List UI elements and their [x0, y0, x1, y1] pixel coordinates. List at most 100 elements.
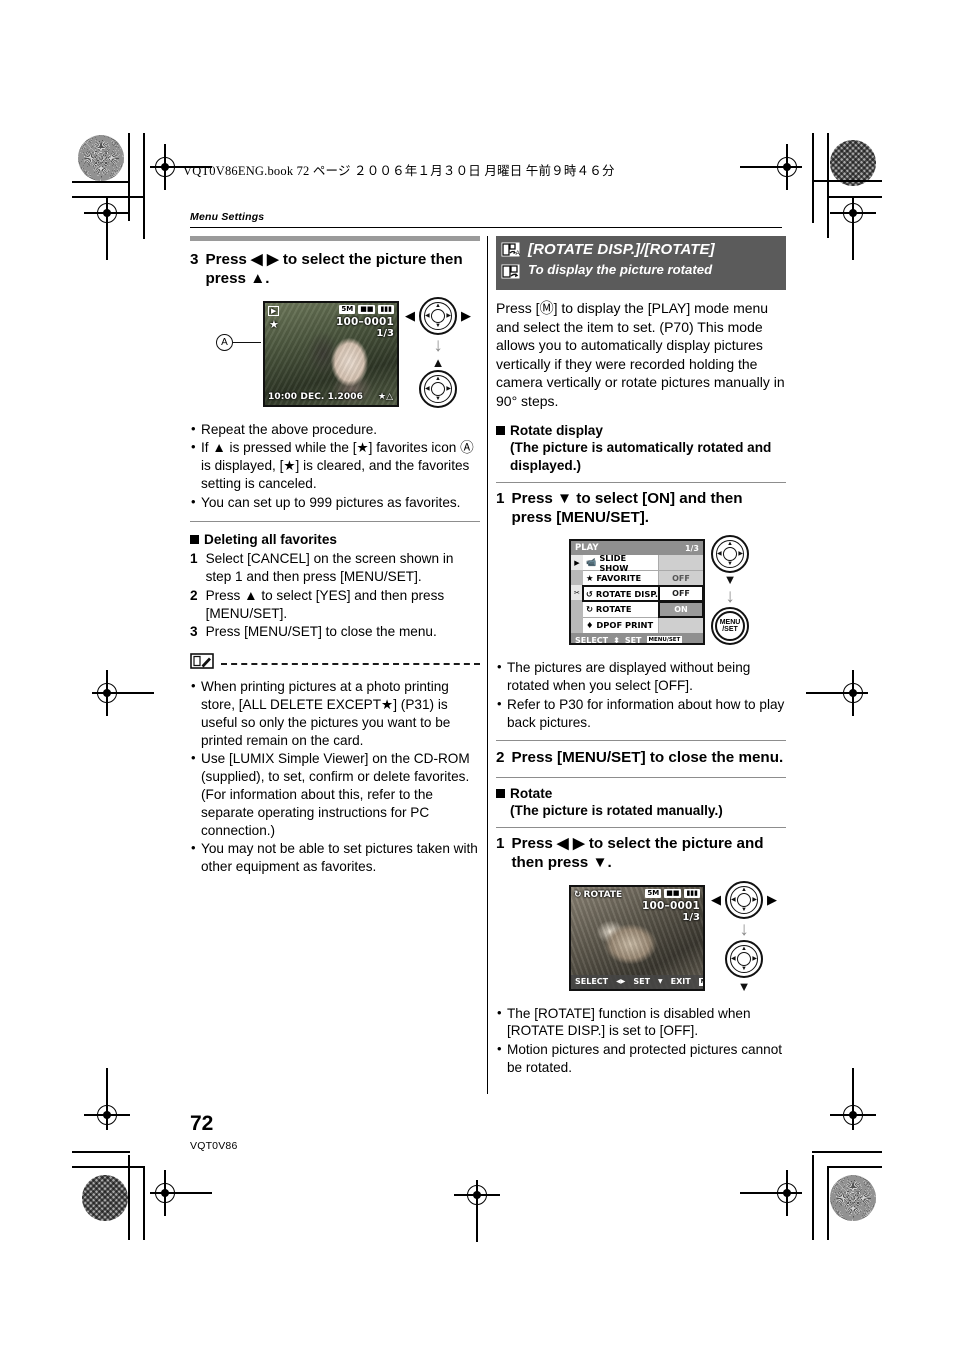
left-arrow-icon: ◀ — [405, 308, 415, 324]
flow-down-arrow-icon: ↓ — [433, 334, 443, 356]
document-code: VQT0V86 — [190, 1140, 238, 1152]
list-item: Motion pictures and protected pictures c… — [496, 1040, 786, 1077]
trim-line — [128, 133, 130, 221]
left-arrow-icon: ◀ — [711, 892, 721, 908]
trim-line — [812, 1151, 882, 1153]
trim-line — [72, 181, 130, 183]
list-item: If ▲ is pressed while the [★] favorites … — [190, 438, 480, 492]
cursor-button-row: ◀ ▲ ▼ ◀ ▶ ▶ — [405, 296, 471, 335]
menu-row-label: ↻ ROTATE — [582, 602, 659, 617]
label-text: SLIDE SHOW — [599, 552, 629, 573]
list-item: 2 Press ▲ to select [YES] and then press… — [190, 587, 480, 623]
cursor-button-icon: ▲ ▼ ◀ ▶ — [725, 880, 763, 919]
step-text: Press [MENU/SET] to close the menu. — [511, 749, 784, 767]
step-text: Press [MENU/SET] to close the menu. — [205, 624, 437, 640]
rosette-mark-bottom-right — [830, 1175, 876, 1221]
favorite-marks: ★△ — [378, 391, 393, 402]
registration-mark — [740, 144, 802, 190]
menu-row-rotate-disp[interactable]: ↺ ROTATE DISP. OFF — [581, 585, 703, 603]
option-off[interactable]: OFF — [658, 585, 703, 603]
play-menu-screen: PLAY 1/3 ▶ ✂ 📹 SLIDE SHOW ★ FAVORITE OFF… — [569, 539, 705, 646]
section-title: [ROTATE DISP.]/[ROTATE] — [528, 241, 715, 258]
menu-row-dpof-print[interactable]: ♦ DPOF PRINT — [582, 617, 703, 634]
callout-a-leader — [233, 341, 261, 344]
option-on[interactable]: ON — [658, 601, 703, 618]
lcd-footer-bar: SELECT ◀▶ SET ▼ EXIT MENU/SET — [571, 974, 703, 989]
rotate-manual-icon — [501, 264, 520, 284]
trim-line — [812, 180, 882, 182]
trim-line — [72, 1166, 145, 1168]
menu-row-favorite[interactable]: ★ FAVORITE OFF — [582, 570, 703, 587]
list-item: Refer to P30 for information about how t… — [496, 695, 786, 732]
cursor-button-diagram: ▲ ▼ ◀ ▶ ▼ ↓ MENU/SET — [711, 535, 749, 646]
label-text: ROTATE — [595, 604, 632, 615]
cursor-button-icon: ▲ ▼ ◀ ▶ — [711, 535, 749, 574]
picture-counter: 1/3 — [376, 327, 394, 339]
step-number: 1 — [496, 489, 505, 507]
rotate-mode-label: ↻ ROTATE — [574, 890, 622, 900]
page-number: 72 — [190, 1112, 214, 1135]
column-divider — [487, 236, 488, 1094]
cursor-button-diagram: ◀ ▲ ▼ ◀ ▶ ▶ ↓ ▲ ▼ ◀ ▶ ▼ — [711, 880, 777, 994]
battery-icon: ▮▮▮ — [378, 304, 394, 314]
menu-row-label: 📹 SLIDE SHOW — [582, 552, 660, 573]
note-dashed-rule — [221, 662, 480, 665]
registration-mark — [150, 1170, 212, 1216]
cursor-button-icon: ▲ ▼ ◀ ▶ — [419, 369, 457, 408]
play-tab-icon[interactable]: ▶ — [571, 555, 583, 571]
list-item: You can set up to 999 pictures as favori… — [190, 493, 480, 512]
menu-set-label: MENU/SET — [719, 618, 741, 634]
battery-icon: ▮▮▮ — [684, 888, 700, 898]
slide-show-icon: 📹 — [585, 557, 597, 568]
menu-row-slide-show[interactable]: 📹 SLIDE SHOW — [582, 552, 703, 573]
list-item: When printing pictures at a photo printi… — [190, 677, 480, 749]
header-rule — [190, 227, 782, 228]
registration-mark — [150, 144, 212, 190]
trim-line — [812, 1155, 814, 1240]
heading-subtext: (The picture is automatically rotated an… — [510, 440, 772, 473]
right-arrow-icon: ▶ — [767, 892, 777, 908]
step-text: Press ◀ ▶ to select the picture and then… — [511, 835, 764, 872]
list-item: Repeat the above procedure. — [190, 420, 480, 439]
step-number: 3 — [190, 624, 198, 640]
menu-row-value — [659, 555, 703, 570]
flow-down-arrow-icon: ↓ — [739, 918, 749, 940]
section-rule — [496, 827, 786, 829]
rotate-manual-icon: ↻ — [574, 889, 582, 900]
step-3-select-picture: 3 Press ◀ ▶ to select the picture then p… — [190, 250, 480, 289]
registration-mark — [740, 1170, 802, 1216]
section-rule — [190, 520, 480, 522]
menu-set-chip: MENU/SET — [646, 636, 683, 644]
footer-exit-label: EXIT — [670, 977, 691, 987]
quality-fine-icon: ■■ — [358, 304, 376, 314]
rotate-auto-icon: ↺ — [585, 588, 593, 599]
setup-tab-icon[interactable]: ✂ — [571, 585, 583, 601]
dpof-icon: ♦ — [585, 620, 594, 631]
section-rule — [496, 740, 786, 742]
menu-tab-strip: ▶ ✂ — [571, 555, 583, 634]
trim-line — [827, 1166, 882, 1168]
section-subtitle: To display the picture rotated — [528, 261, 713, 277]
down-arrow-icon: ▼ — [723, 572, 737, 588]
rotate-manual-icon: ↻ — [585, 604, 593, 615]
footer-select-label: SELECT — [575, 977, 609, 987]
menu-row-value — [659, 617, 703, 634]
menu-title: PLAY — [575, 543, 599, 554]
running-head: Menu Settings — [190, 211, 265, 223]
figure-play-menu: PLAY 1/3 ▶ ✂ 📹 SLIDE SHOW ★ FAVORITE OFF… — [496, 535, 786, 653]
menu-body: ▶ ✂ 📹 SLIDE SHOW ★ FAVORITE OFF ↺ ROTATE… — [571, 552, 703, 634]
label-text: ROTATE DISP. — [595, 588, 659, 599]
picture-counter: 1/3 — [682, 911, 700, 923]
file-number: 100–0001 — [336, 315, 394, 328]
menu-row-rotate[interactable]: ↻ ROTATE ON — [582, 601, 703, 618]
step-text: Select [CANCEL] on the screen shown in s… — [205, 551, 454, 585]
deleting-steps: 1 Select [CANCEL] on the screen shown in… — [190, 550, 480, 641]
list-item: The pictures are displayed without being… — [496, 658, 786, 695]
registration-mark — [454, 1180, 500, 1242]
menu-row-label: ★ FAVORITE — [582, 570, 659, 586]
list-item: 1 Select [CANCEL] on the screen shown in… — [190, 550, 480, 586]
trim-line — [72, 1151, 130, 1153]
down-arrow-icon: ▼ — [737, 978, 751, 994]
cursor-button-row: ◀ ▲ ▼ ◀ ▶ ▶ — [711, 880, 777, 919]
menu-set-chip: MENU/SET — [698, 977, 703, 986]
